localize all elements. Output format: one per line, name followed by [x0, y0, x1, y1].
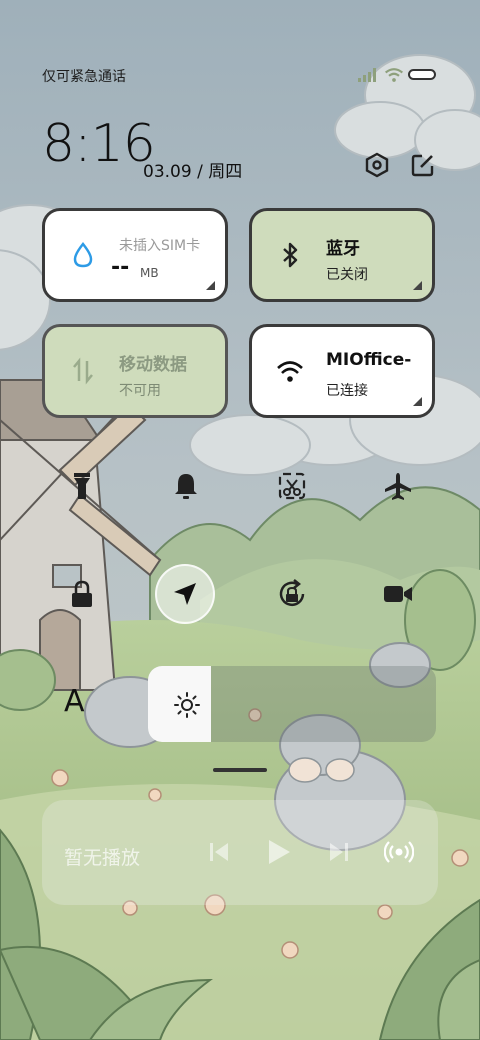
screenshot-toggle[interactable] — [272, 466, 312, 506]
scissors-icon — [278, 472, 306, 500]
settings-hex-icon[interactable] — [364, 152, 390, 178]
data-arrows-icon — [73, 357, 93, 385]
rotation-lock-icon — [279, 579, 305, 607]
bell-icon — [175, 474, 197, 499]
location-toggle[interactable] — [155, 564, 215, 624]
date-text: 03.09 / 周四 — [143, 162, 243, 182]
bluetooth-icon — [283, 242, 298, 268]
bell-toggle[interactable] — [166, 466, 206, 506]
data-usage-tile[interactable]: 未插入SIM卡 -- MB — [42, 208, 228, 302]
carrier-status: 仅可紧急通话 — [42, 69, 126, 85]
lock-toggle[interactable] — [62, 574, 102, 614]
airplane-toggle[interactable] — [378, 466, 418, 506]
play-icon[interactable] — [266, 838, 292, 866]
data-usage-unit: MB — [140, 266, 159, 280]
water-drop-icon — [73, 241, 93, 268]
wifi-icon — [277, 361, 303, 382]
rotation-lock-toggle[interactable] — [272, 574, 312, 614]
expand-corner — [413, 281, 422, 290]
wifi-network-name: MIOffice- — [326, 350, 412, 370]
flashlight-icon — [74, 473, 90, 499]
drag-handle[interactable] — [213, 768, 267, 772]
bluetooth-title: 蓝牙 — [326, 239, 360, 259]
cast-icon[interactable] — [384, 837, 414, 867]
sun-icon — [174, 692, 200, 718]
lock-icon — [72, 580, 92, 607]
battery-icon — [408, 69, 436, 80]
expand-corner — [413, 397, 422, 406]
signal-bars-icon — [358, 68, 376, 82]
mobile-data-status: 不可用 — [119, 383, 161, 399]
wifi-icon — [385, 68, 403, 82]
data-usage-value: -- — [111, 255, 130, 280]
auto-brightness-button[interactable]: A — [64, 684, 85, 719]
data-usage-title: 未插入SIM卡 — [119, 238, 201, 254]
mobile-data-title: 移动数据 — [119, 355, 187, 375]
wifi-status: 已连接 — [326, 383, 368, 399]
bluetooth-status: 已关闭 — [326, 267, 368, 283]
video-camera-icon — [384, 586, 412, 602]
airplane-icon — [385, 473, 411, 500]
expand-corner — [206, 281, 215, 290]
edit-icon[interactable] — [410, 152, 436, 178]
next-icon[interactable] — [328, 840, 350, 864]
mobile-data-tile[interactable]: 移动数据 不可用 — [42, 324, 228, 418]
previous-icon[interactable] — [208, 840, 230, 864]
flashlight-toggle[interactable] — [62, 466, 102, 506]
bluetooth-tile[interactable]: 蓝牙 已关闭 — [249, 208, 435, 302]
navigation-arrow-icon — [174, 583, 196, 605]
media-status-label: 暂无播放 — [64, 847, 141, 869]
clock-time: 8:16 — [42, 114, 156, 174]
wifi-tile[interactable]: MIOffice- 已连接 — [249, 324, 435, 418]
screen-record-toggle[interactable] — [378, 574, 418, 614]
